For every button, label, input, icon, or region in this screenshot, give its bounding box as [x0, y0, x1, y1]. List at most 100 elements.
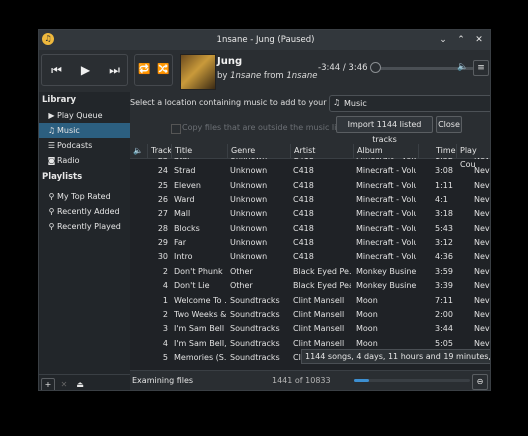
- speaker-icon[interactable]: 🔈: [130, 144, 146, 158]
- cell-title: I'm Sam Bell, ...: [174, 338, 226, 348]
- table-row[interactable]: 2 Don't Phunk ... Other Black Eyed Pe... Mon…: [130, 265, 490, 279]
- close-icon[interactable]: ✕: [472, 32, 486, 48]
- menu-icon[interactable]: ≡: [473, 60, 489, 76]
- sidebar: Library ▶ Play Queue ♫ Music ☰ Podcasts ◙ Ra…: [39, 92, 131, 390]
- cell-time: 3:12: [435, 238, 453, 248]
- table-row[interactable]: 25 Eleven Unknown C418 Minecraft - Volu... 1:…: [130, 179, 490, 193]
- minimize-chevron-down-icon[interactable]: ⌄: [436, 32, 450, 48]
- cell-time: 1:32: [435, 158, 455, 164]
- window-title: 1nsane - Jung (Paused): [216, 35, 315, 45]
- table-row[interactable]: 30 Intro Unknown C418 Minecraft - Volu... 4:3…: [130, 250, 490, 264]
- cell-artist: C418: [293, 223, 314, 233]
- cell-time: 3:18: [435, 209, 453, 219]
- column-time[interactable]: Time: [418, 144, 456, 158]
- cell-time: 5:43: [435, 223, 453, 233]
- column-album[interactable]: Album: [353, 144, 418, 158]
- sidebar-item-play-queue[interactable]: ▶ Play Queue: [39, 108, 130, 123]
- cell-title: Ward: [174, 195, 195, 205]
- sidebar-item-radio[interactable]: ◙ Radio: [39, 153, 130, 168]
- cell-artist: Black Eyed Pe...: [293, 266, 351, 276]
- sidebar-item-my-top-rated[interactable]: ⚲ My Top Rated: [39, 189, 130, 204]
- volume-icon[interactable]: 🔈: [457, 62, 468, 72]
- seek-handle[interactable]: [370, 62, 381, 73]
- column-track[interactable]: Track: [147, 144, 172, 158]
- column-play-count[interactable]: Play Cou: [456, 144, 490, 169]
- cell-title: Memories (S...: [174, 352, 226, 362]
- column-title[interactable]: Title: [171, 144, 227, 158]
- cell-artist: C418: [293, 252, 314, 262]
- add-icon[interactable]: +: [41, 378, 55, 390]
- remove-icon[interactable]: ✕: [57, 378, 71, 390]
- cell-time: 7:11: [435, 295, 453, 305]
- cell-title: I'm Sam Bell: [174, 324, 225, 334]
- cell-time: 4:1: [435, 195, 448, 205]
- repeat-icon[interactable]: 🔁: [135, 55, 154, 85]
- cell-play-count: Neve: [474, 166, 490, 176]
- import-button[interactable]: Import 1144 listed tracks: [336, 116, 433, 144]
- cell-genre: Unknown: [230, 166, 268, 176]
- table-row[interactable]: 4 Don't Lie Other Black Eyed Peas Monkey Bus…: [130, 279, 490, 293]
- radio-icon: ◙: [47, 156, 56, 165]
- location-select[interactable]: ♫ Music: [329, 95, 490, 112]
- cell-artist: C418: [293, 166, 314, 176]
- next-track-icon[interactable]: ⏭: [100, 55, 129, 85]
- cell-artist: C418: [293, 158, 351, 164]
- cell-title: Strad: [174, 166, 196, 176]
- music-note-icon: ♫: [47, 126, 56, 135]
- cell-time: 3:59: [435, 266, 453, 276]
- table-row[interactable]: 27 Mall Unknown C418 Minecraft - Volu... 3:18…: [130, 207, 490, 221]
- album-art[interactable]: [180, 54, 216, 90]
- maximize-chevron-up-icon[interactable]: ⌃: [454, 32, 468, 48]
- table-row[interactable]: 26 Ward Unknown C418 Minecraft - Volu... 4:1 N…: [130, 193, 490, 207]
- previous-track-icon[interactable]: ⏮: [42, 55, 71, 85]
- table-row[interactable]: 29 Far Unknown C418 Minecraft - Volu... 3:12 N…: [130, 236, 490, 250]
- sidebar-item-music[interactable]: ♫ Music: [39, 123, 130, 138]
- cell-artist: C418: [293, 238, 314, 248]
- cell-play-count: Neve: [474, 281, 490, 291]
- play-icon[interactable]: ▶: [71, 55, 100, 85]
- table-row[interactable]: 3 I'm Sam Bell Soundtracks Clint Mansell Moo…: [130, 322, 490, 336]
- podcast-icon: ☰: [47, 141, 56, 150]
- cell-track: 4: [162, 281, 168, 291]
- eject-icon[interactable]: ⏏: [73, 378, 87, 390]
- cell-track: 23: [150, 158, 168, 164]
- sidebar-item-podcasts[interactable]: ☰ Podcasts: [39, 138, 130, 153]
- player-toolbar: ⏮ ▶ ⏭ 🔁 🔀 Jung by 1nsane from 1nsane -3:…: [39, 50, 490, 92]
- cell-play-count: Neve: [474, 266, 490, 276]
- cell-time: 3:44: [435, 324, 453, 334]
- copy-files-label: Copy files that are outside the music li…: [182, 123, 358, 132]
- sidebar-item-recently-added[interactable]: ⚲ Recently Added: [39, 204, 130, 219]
- column-artist[interactable]: Artist: [290, 144, 353, 158]
- shuffle-icon[interactable]: 🔀: [154, 55, 173, 85]
- copy-files-checkbox[interactable]: [171, 124, 181, 134]
- cell-album: Moon: [356, 295, 378, 305]
- column-genre[interactable]: Genre: [227, 144, 290, 158]
- cell-play-count: Neve: [474, 180, 490, 190]
- cell-track: 28: [157, 223, 168, 233]
- cell-album: Monkey Business: [356, 266, 416, 276]
- close-button[interactable]: Close: [436, 116, 462, 133]
- table-row[interactable]: 2 Two Weeks &... Soundtracks Clint Mansell M…: [130, 308, 490, 322]
- table-row[interactable]: 28 Blocks Unknown C418 Minecraft - Volu... 5:…: [130, 222, 490, 236]
- table-row[interactable]: 23 Star Unknown C418 Minecraft - Volu... 1:32…: [130, 158, 490, 164]
- sidebar-item-recently-played[interactable]: ⚲ Recently Played: [39, 219, 130, 234]
- play-queue-icon: ▶: [48, 111, 55, 120]
- cell-play-count: Neve: [474, 295, 490, 305]
- main-window: 1nsane - Jung (Paused) ♫ ⌄ ⌃ ✕ ⏮ ▶ ⏭ 🔁 🔀…: [38, 29, 491, 391]
- status-count: 1441 of 10833: [272, 376, 331, 385]
- table-row[interactable]: 24 Strad Unknown C418 Minecraft - Volu... 3:0…: [130, 164, 490, 178]
- table-row[interactable]: 1 Welcome To ... Soundtracks Clint Mansell M…: [130, 294, 490, 308]
- cell-title: Two Weeks &...: [174, 309, 226, 319]
- cell-artist: Clint Mansell: [293, 309, 345, 319]
- cell-title: Blocks: [174, 223, 200, 233]
- cancel-scan-icon[interactable]: ⊖: [472, 374, 488, 390]
- cell-artist: Clint Mansell: [293, 324, 345, 334]
- cell-album: Minecraft - Volu...: [356, 209, 416, 219]
- cell-album: Minecraft - Volu...: [356, 166, 416, 176]
- cell-track: 24: [157, 166, 168, 176]
- cell-play-count: Neve: [474, 195, 490, 205]
- cell-artist: C418: [293, 195, 314, 205]
- clementine-icon[interactable]: ♫: [42, 33, 54, 45]
- cell-genre: Other: [230, 281, 253, 291]
- cell-title: Star: [174, 158, 226, 164]
